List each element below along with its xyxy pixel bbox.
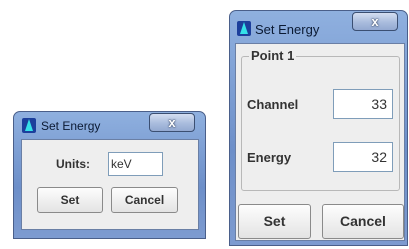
window-title: Set Energy [41, 119, 101, 133]
cancel-button[interactable]: Cancel [322, 204, 404, 239]
set-button[interactable]: Set [37, 187, 103, 213]
units-field[interactable]: keV [108, 152, 163, 176]
energy-label: Energy [247, 150, 292, 165]
point-group-box: Point 1 Channel 33 Energy 32 [241, 48, 400, 191]
title-bar[interactable]: Set Energy x [14, 112, 205, 140]
set-energy-dialog-small: Set Energy x Units: keV Set Cancel [13, 111, 206, 239]
units-label: Units: [56, 157, 90, 171]
group-title: Point 1 [249, 48, 297, 63]
app-icon [22, 118, 36, 133]
dialog-body: Units: keV Set Cancel [21, 139, 199, 230]
close-button[interactable]: x [352, 12, 398, 31]
set-button[interactable]: Set [238, 204, 311, 239]
cancel-button[interactable]: Cancel [111, 187, 178, 213]
dialog-body: Point 1 Channel 33 Energy 32 Set Cancel [235, 43, 405, 241]
channel-label: Channel [247, 97, 299, 112]
set-energy-dialog-large: Set Energy x Point 1 Channel 33 Energy 3… [229, 10, 408, 246]
window-title: Set Energy [255, 22, 320, 37]
channel-field[interactable]: 33 [333, 89, 393, 119]
title-bar[interactable]: Set Energy x [230, 11, 407, 43]
close-button[interactable]: x [149, 113, 195, 132]
app-icon [237, 21, 251, 36]
energy-field[interactable]: 32 [333, 142, 393, 172]
